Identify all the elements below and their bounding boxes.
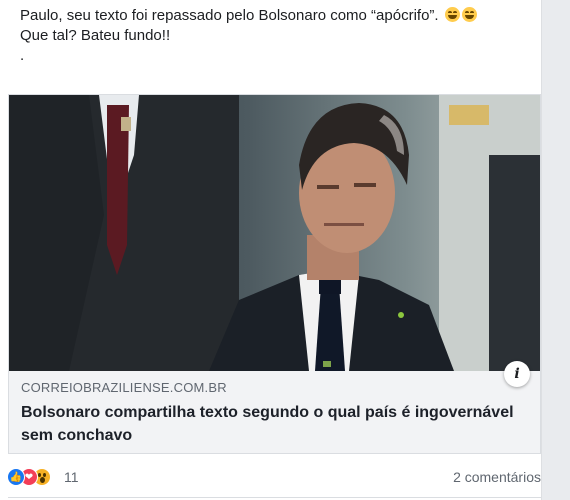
comments-count-link[interactable]: 2 comentários [453,469,541,485]
like-icon: 👍 [7,468,25,486]
reaction-count[interactable]: 11 [64,469,79,485]
facebook-post-card: Paulo, seu texto foi repassado pelo Bols… [0,0,542,500]
link-domain: CORREIOBRAZILIENSE.COM.BR [21,380,227,395]
preview-photo-illustration [9,95,540,371]
post-footer: 👍 ❤ 11 2 comentários [0,464,541,490]
post-line-2: Que tal? Bateu fundo!! [20,27,171,44]
post-line-1: Paulo, seu texto foi repassado pelo Bols… [20,6,520,26]
post-line-3: . [20,47,25,64]
footer-divider [8,497,541,498]
link-preview-card[interactable]: i CORREIOBRAZILIENSE.COM.BR Bolsonaro co… [8,94,541,454]
link-preview-image[interactable] [9,95,540,371]
link-headline[interactable]: Bolsonaro compartilha texto segundo o qu… [21,401,521,447]
smiling-emoji-icon [461,7,477,22]
grinning-emoji-icon [444,7,460,22]
post-message: Paulo, seu texto foi repassado pelo Bols… [20,6,520,66]
link-meta[interactable]: CORREIOBRAZILIENSE.COM.BR Bolsonaro comp… [21,379,521,447]
